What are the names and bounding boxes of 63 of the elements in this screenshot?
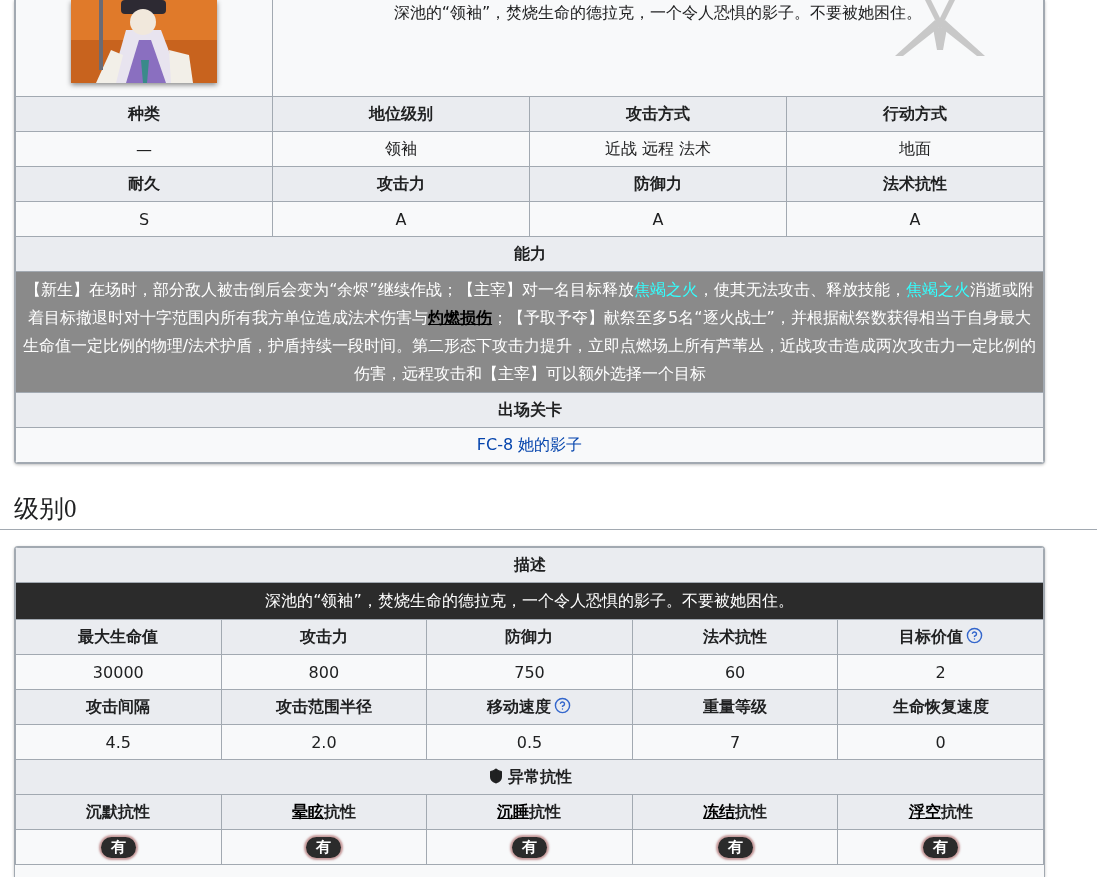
table-cell: 60 <box>724 662 746 682</box>
resistance-badge: 有 <box>306 836 342 858</box>
column-header: 攻击间隔 <box>86 696 151 716</box>
column-header: 法术抗性 <box>703 626 768 646</box>
description-text: 深池的“领袖”，焚烧生命的德拉克，一个令人恐惧的影子。不要被她困住。 <box>265 590 794 610</box>
resistance-badge: 有 <box>717 836 753 858</box>
column-header: 攻击方式 <box>626 103 690 123</box>
column-header: 攻击力 <box>377 173 425 193</box>
table-cell: A <box>909 209 921 229</box>
column-header: 行动方式 <box>883 103 947 123</box>
column-header: 重量等级 <box>703 696 768 716</box>
table-cell: 750 <box>514 662 545 682</box>
section-heading: 级别0 <box>0 492 1097 530</box>
ability-text: 【新生】在场时，部分敌人被击倒后会变为“余烬”继续作战；【主宰】对一名目标释放焦竭之火，使其无法攻击、释放技能，焦竭之火消逝或附着目标撤退时对十字范围内所有我方单位造成法术伤害与灼燃损伤；【予取予夺】献祭至多5名“逐火战士”，并根据献祭数获得相当于自身最大生命值一定比例的物理/法术护盾，护盾持续一段时间。第二形态下攻击力提升，立即点燃场上所有芦苇丛，近战攻击造成两次攻击力一定比例的伤害，远程攻击和【主宰】可以额外选择一个目标 <box>22 279 1037 385</box>
table-cell: 2.0 <box>311 732 337 752</box>
column-header: 沉默抗性 <box>86 801 151 821</box>
resistance-badge: 有 <box>100 836 136 858</box>
table-cell: 地面 <box>899 138 931 158</box>
table-cell: 领袖 <box>385 138 417 158</box>
section-header: 出场关卡 <box>497 399 562 419</box>
resistance-badge: 有 <box>923 836 959 858</box>
column-header: 攻击范围半径 <box>275 696 372 716</box>
column-header: 抗性 <box>940 801 973 821</box>
column-header: 攻击力 <box>299 626 348 646</box>
term-link[interactable]: 冻结 <box>703 801 736 821</box>
column-header: 法术抗性 <box>883 173 947 193</box>
table-cell: — <box>136 139 152 159</box>
column-header: 种类 <box>128 103 160 123</box>
column-header: 抗性 <box>735 801 768 821</box>
section-header: 描述 <box>513 554 546 574</box>
shield-icon <box>487 767 504 784</box>
table-cell: A <box>652 209 664 229</box>
column-header: 最大生命值 <box>78 626 159 646</box>
table-cell: 4.5 <box>105 732 131 752</box>
help-icon[interactable] <box>965 626 983 644</box>
table-cell: 800 <box>308 662 340 682</box>
table-cell: 0.5 <box>516 732 543 752</box>
column-header: 防御力 <box>634 173 682 193</box>
table-cell: 7 <box>730 732 741 752</box>
table-cell: A <box>395 209 407 229</box>
stage-link[interactable]: FC-8 她的影子 <box>476 434 583 454</box>
resistance-badge: 有 <box>512 836 547 858</box>
term-link[interactable]: 晕眩 <box>291 801 324 821</box>
description-text: 深池的“领袖”，焚烧生命的德拉克，一个令人恐惧的影子。不要被她困住。 <box>392 2 924 24</box>
term-link[interactable]: 灼燃损伤 <box>428 308 493 327</box>
table-cell: S <box>138 209 150 229</box>
table-cell: 2 <box>935 662 946 682</box>
table-cell: 近战 远程 法术 <box>604 138 712 158</box>
column-header: 移动速度 <box>487 696 552 716</box>
term-link[interactable]: 浮空 <box>908 801 941 821</box>
column-header: 目标价值 <box>898 626 963 646</box>
column-header: 地位级别 <box>369 103 433 123</box>
section-header: 异常抗性 <box>507 766 572 786</box>
column-header: 防御力 <box>505 626 554 646</box>
term-link[interactable]: 沉睡 <box>497 801 530 821</box>
column-header: 抗性 <box>529 801 562 821</box>
column-header: 生命恢复速度 <box>892 696 989 716</box>
column-header: 耐久 <box>128 173 160 193</box>
column-header: 抗性 <box>323 801 356 821</box>
help-icon[interactable] <box>554 696 572 714</box>
table-cell: 0 <box>935 732 946 752</box>
section-header: 能力 <box>513 243 546 263</box>
table-cell: 30000 <box>92 662 144 682</box>
